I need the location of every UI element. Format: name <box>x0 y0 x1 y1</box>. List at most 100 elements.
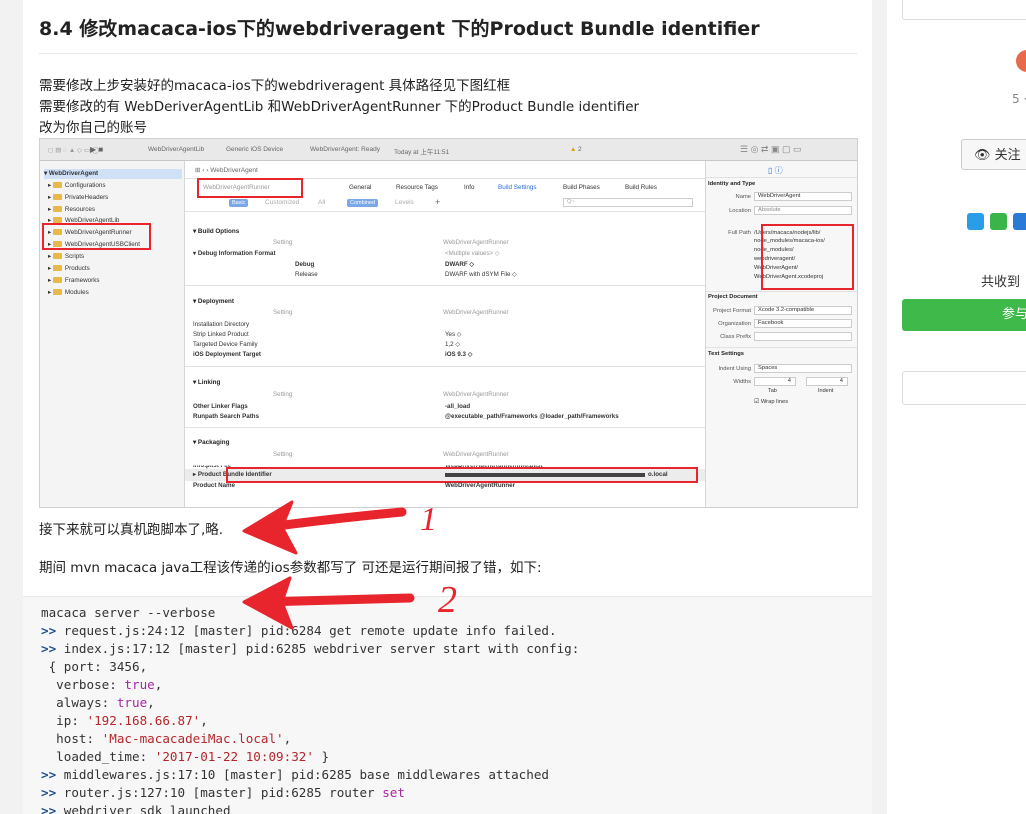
nav-scripts[interactable]: ▸ Scripts <box>48 252 84 262</box>
filter-all[interactable]: All <box>318 199 325 206</box>
red-highlight-target-selector <box>197 178 303 198</box>
section-divider <box>185 427 705 428</box>
wechat-share-icon[interactable] <box>990 213 1007 230</box>
code-token: host: <box>41 731 102 746</box>
setting-strip: Strip Linked Product <box>193 331 249 338</box>
col-setting: Setting <box>273 451 293 458</box>
setting-other-linker-value[interactable]: -all_load <box>445 403 470 410</box>
intro-line-3: 改为你自己的账号 <box>39 120 147 136</box>
settings-search-input[interactable]: Q~ <box>563 198 693 207</box>
setting-debug-value[interactable]: DWARF ◇ <box>445 261 474 268</box>
build-settings-editor: ⊞ ‹ › WebDriverAgent WebDriverAgentRunne… <box>185 161 705 507</box>
follow-label: 关注 <box>994 148 1021 163</box>
filter-customized[interactable]: Customized <box>265 199 299 206</box>
project-format-label: Project Format <box>712 308 751 314</box>
setting-ios-target-value[interactable]: iOS 9.3 ◇ <box>445 351 472 358</box>
section-build-options: ▾ Build Options <box>193 228 240 235</box>
warning-icon: ▲ <box>570 146 577 153</box>
facebook-share-icon[interactable] <box>1013 213 1026 230</box>
col-target: WebDriverAgentRunner <box>443 239 509 246</box>
indent-width-stepper[interactable]: 4 <box>806 377 848 386</box>
setting-debug-info-value[interactable]: <Multiple values> ◇ <box>445 250 500 257</box>
article-title: 8.4 修改macaca-ios下的webdriveragent 下的Produ… <box>39 18 760 40</box>
setting-family-value[interactable]: 1,2 ◇ <box>445 341 460 348</box>
join-button[interactable]: 参与 <box>902 299 1026 331</box>
code-token: macaca server --verbose <box>41 605 216 620</box>
org-field[interactable]: Facebook <box>754 319 852 328</box>
like-count: 5 · <box>1012 92 1026 106</box>
section-packaging: ▾ Packaging <box>193 439 230 446</box>
setting-product-name-value[interactable]: WebDriverAgentRunner <box>445 482 515 489</box>
tab-build-settings[interactable]: Build Settings <box>498 184 537 191</box>
indent-label: Indent <box>818 388 834 394</box>
col-setting: Setting <box>273 309 293 316</box>
right-sidebar: 5 · 👁 关注 共收到 参与 <box>887 0 1026 814</box>
widths-label: Widths <box>733 379 751 385</box>
code-token: >> <box>41 641 64 656</box>
code-line: loaded_time: '2017-01-22 10:09:32' } <box>41 749 329 764</box>
tab-build-phases[interactable]: Build Phases <box>563 184 600 191</box>
code-token: '2017-01-22 10:09:32' <box>154 749 314 764</box>
sidebar-top-box[interactable] <box>902 0 1026 20</box>
filter-combined[interactable]: Combined <box>347 199 379 207</box>
sidebar-input-box[interactable] <box>902 371 1026 405</box>
filter-levels[interactable]: Levels <box>395 199 414 206</box>
tab-general[interactable]: General <box>349 184 371 191</box>
code-line: >> router.js:127:10 [master] pid:6285 ro… <box>41 785 405 800</box>
setting-runpath-value[interactable]: @executable_path/Frameworks @loader_path… <box>445 413 619 420</box>
nav-frameworks[interactable]: ▸ Frameworks <box>48 276 100 286</box>
nav-privateheaders[interactable]: ▸ PrivateHeaders <box>48 193 108 203</box>
code-token: 'Mac-macacadeiMac.local' <box>101 731 284 746</box>
nav-modules[interactable]: ▸ Modules <box>48 288 89 298</box>
after-image-text: 接下来就可以真机跑脚本了,略. <box>39 522 224 538</box>
class-prefix-field[interactable] <box>754 332 852 341</box>
activity-status: WebDriverAgent: Ready <box>310 146 380 153</box>
text-settings-head: Text Settings <box>708 351 744 357</box>
heart-icon[interactable] <box>1016 50 1026 72</box>
nav-project[interactable]: ▾ WebDriverAgent <box>44 169 182 179</box>
twitter-share-icon[interactable] <box>967 213 984 230</box>
identity-head: Identity and Type <box>708 181 756 187</box>
follow-button[interactable]: 👁 关注 <box>961 139 1026 170</box>
class-prefix-label: Class Prefix <box>720 334 751 340</box>
setting-debug-info: ▾ Debug Information Format <box>193 250 276 257</box>
tab-build-rules[interactable]: Build Rules <box>625 184 657 191</box>
inspector-divider <box>706 347 857 348</box>
tab-info[interactable]: Info <box>464 184 475 191</box>
editor-icons: ☰ ◎ ⇄ ▣ ▢ ▭ <box>740 144 802 154</box>
add-icon[interactable]: + <box>435 197 440 207</box>
eye-icon: 👁 <box>974 148 991 163</box>
nav-products[interactable]: ▸ Products <box>48 264 90 274</box>
jump-bar: ⊞ ‹ › WebDriverAgent <box>195 167 258 174</box>
setting-family: Targeted Device Family <box>193 341 258 348</box>
code-line: { port: 3456, <box>41 659 148 674</box>
code-token: middlewares.js:17:10 [master] pid:6285 b… <box>63 767 550 782</box>
project-format-select[interactable]: Xcode 3.2-compatible <box>754 306 852 315</box>
location-select[interactable]: Absolute <box>754 206 852 215</box>
setting-debug: Debug <box>295 261 315 268</box>
code-token: set <box>382 785 405 800</box>
code-token: >> <box>41 623 64 638</box>
nav-resources[interactable]: ▸ Resources <box>48 205 95 215</box>
wrap-lines-checkbox[interactable]: ☑ Wrap lines <box>754 399 788 405</box>
setting-release-value[interactable]: DWARF with dSYM File ◇ <box>445 271 517 278</box>
scheme-target: WebDriverAgentLib <box>148 146 205 153</box>
section-divider <box>185 285 705 286</box>
indent-using-select[interactable]: Spaces <box>754 364 852 373</box>
tab-width-stepper[interactable]: 4 <box>754 377 796 386</box>
setting-strip-value[interactable]: Yes ◇ <box>445 331 462 338</box>
code-token: { port: 3456, <box>41 659 148 674</box>
name-field[interactable]: WebDriverAgent <box>754 192 852 201</box>
code-line: macaca server --verbose <box>41 605 215 620</box>
tab-label: Tab <box>768 388 777 394</box>
nav-configurations[interactable]: ▸ Configurations <box>48 181 106 191</box>
run-icon: ▶ ■ <box>90 145 104 154</box>
inspector-divider <box>706 177 857 178</box>
inspector-divider <box>706 291 857 292</box>
file-inspector-icon[interactable]: ▯ ⓘ <box>768 165 783 176</box>
tab-resource-tags[interactable]: Resource Tags <box>396 184 438 191</box>
filter-basic[interactable]: Basic <box>229 199 249 207</box>
red-highlight-bundle-id <box>226 467 698 483</box>
code-token: router.js:127:10 [master] pid:6285 route… <box>63 785 383 800</box>
code-line: verbose: true, <box>41 677 162 692</box>
